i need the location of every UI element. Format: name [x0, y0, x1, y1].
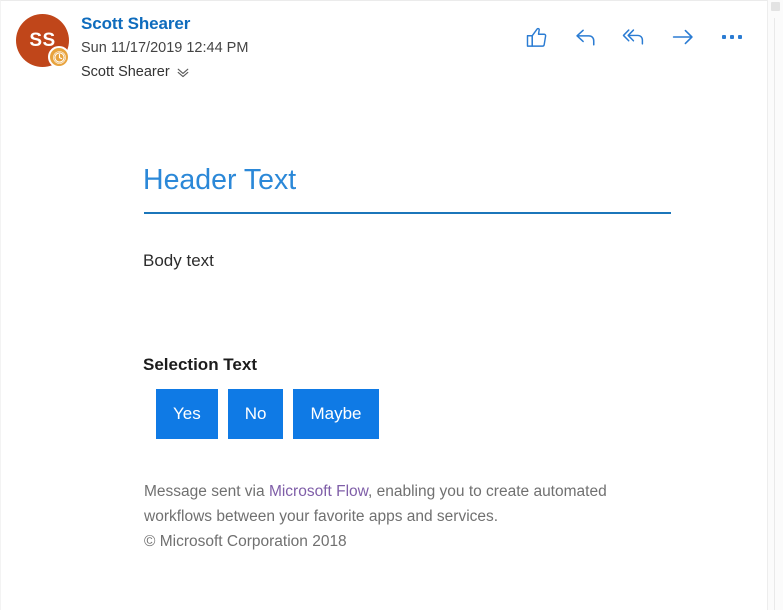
pane-divider — [774, 18, 775, 610]
reply-all-arrow-icon — [622, 25, 646, 49]
scrollbar-thumb[interactable] — [771, 2, 780, 11]
clock-icon — [48, 46, 70, 68]
like-button[interactable] — [522, 23, 550, 51]
double-chevron-down-icon[interactable] — [176, 65, 190, 79]
sent-timestamp: Sun 11/17/2019 12:44 PM — [81, 40, 249, 56]
choice-button-maybe[interactable]: Maybe — [293, 389, 379, 439]
ellipsis-icon — [722, 35, 742, 39]
selection-label: Selection Text — [143, 355, 257, 374]
sender-block: Scott Shearer Sun 11/17/2019 12:44 PM Sc… — [81, 13, 248, 83]
forward-arrow-icon — [671, 25, 695, 49]
card-body-text: Body text — [143, 251, 214, 270]
reply-all-button[interactable] — [620, 23, 648, 51]
scrollbar-track[interactable] — [767, 0, 783, 610]
reply-button[interactable] — [571, 23, 599, 51]
sender-name[interactable]: Scott Shearer — [81, 13, 248, 35]
action-toolbar — [522, 23, 746, 51]
reading-pane: SS Scott Shearer Sun 11/17/2019 12:44 PM… — [0, 0, 767, 610]
choice-button-no[interactable]: No — [227, 389, 284, 439]
header-divider — [144, 212, 671, 214]
more-options-button[interactable] — [718, 23, 746, 51]
recipient-row[interactable]: Scott Shearer — [81, 61, 248, 83]
copyright-line: © Microsoft Corporation 2018 — [144, 533, 347, 550]
footer-note: Message sent via Microsoft Flow, enablin… — [144, 479, 664, 554]
reply-arrow-icon — [574, 26, 597, 49]
forward-button[interactable] — [669, 23, 697, 51]
footer-prefix: Message sent via — [144, 483, 269, 500]
thumbs-up-icon — [525, 26, 548, 49]
recipient-names: Scott Shearer — [81, 64, 170, 80]
card-header-text: Header Text — [143, 164, 297, 196]
microsoft-flow-link[interactable]: Microsoft Flow — [269, 483, 368, 500]
message-header: SS Scott Shearer Sun 11/17/2019 12:44 PM… — [1, 1, 767, 101]
choice-button-yes[interactable]: Yes — [156, 389, 218, 439]
selection-button-group: Yes No Maybe — [156, 389, 379, 439]
